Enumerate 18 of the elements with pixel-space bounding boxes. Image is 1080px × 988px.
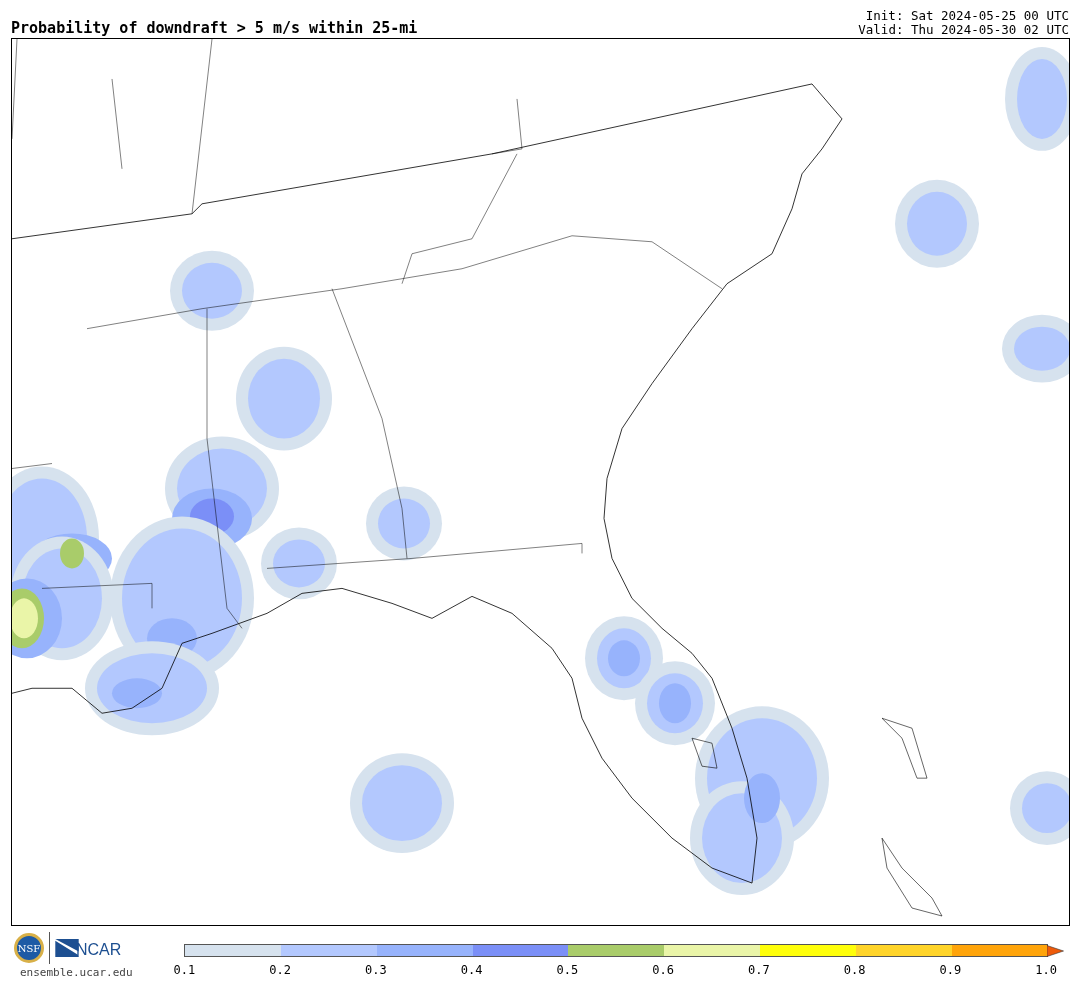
tick-label: 0.6 (651, 963, 675, 977)
extend-arrow-icon (1047, 944, 1065, 957)
tick-label: 0.2 (268, 963, 292, 977)
tick-label: 0.8 (842, 963, 867, 977)
tick-label: 1.0 (1034, 963, 1058, 977)
init-time: Init: Sat 2024-05-25 00 UTC (864, 9, 1069, 23)
tick-label: 0.4 (459, 963, 484, 977)
nsf-logo: NSF (14, 933, 44, 963)
tick-label: 0.3 (363, 963, 388, 977)
site-url: ensemble.ucar.edu (20, 966, 134, 979)
tick-label: 0.1 (172, 963, 197, 977)
tick-label: 0.9 (938, 963, 963, 977)
chart-title: Probability of downdraft > 5 m/s within 25-mi (11, 19, 418, 37)
tick-label: 0.7 (747, 963, 771, 977)
valid-time: Valid: Thu 2024-05-30 02 UTC (858, 23, 1069, 37)
ncar-logo: NCAR (76, 941, 122, 959)
ncar-mark-icon (55, 939, 79, 957)
tick-label: 0.5 (555, 963, 580, 977)
